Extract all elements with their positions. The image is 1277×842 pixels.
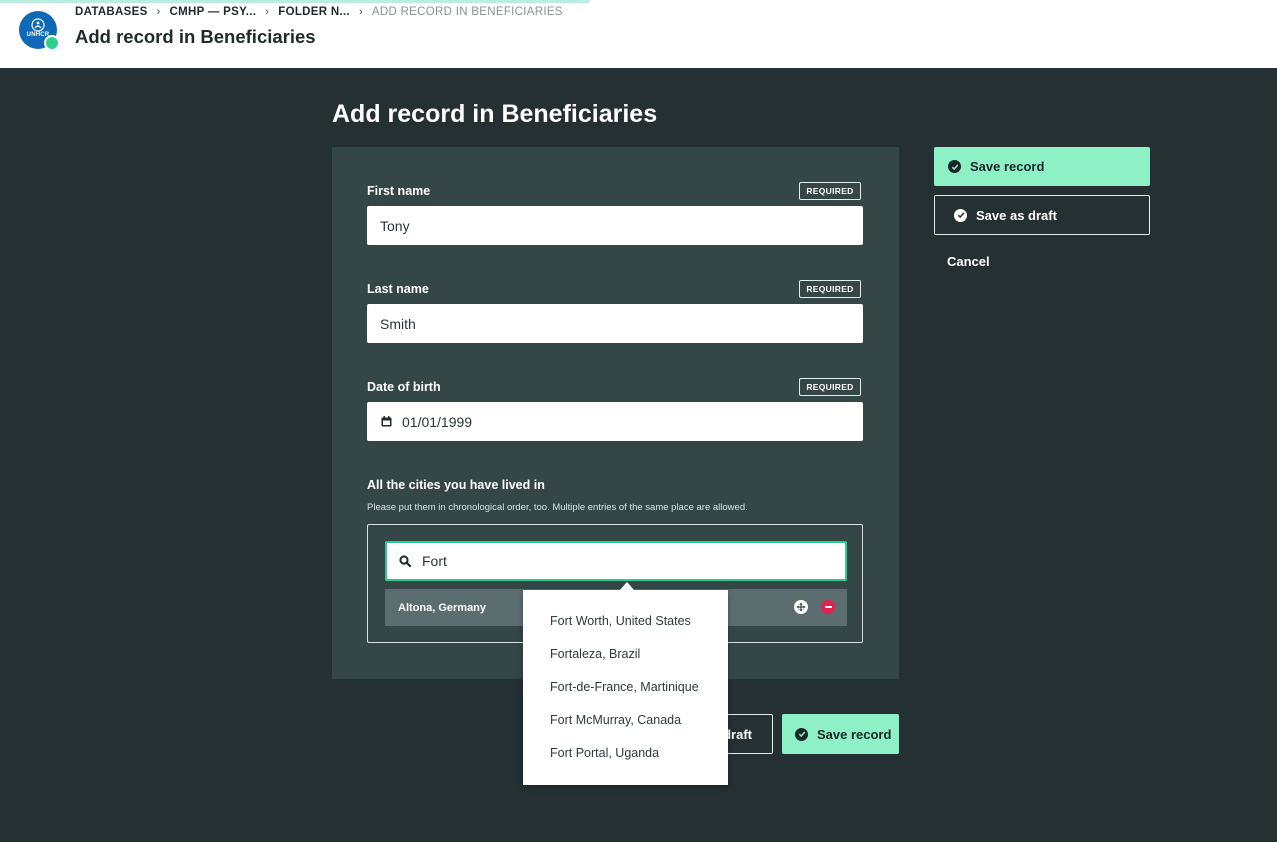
cities-help-text: Please put them in chronological order, …: [367, 502, 748, 513]
check-circle-icon: [948, 160, 961, 173]
last-name-label: Last name: [367, 282, 429, 296]
move-icon[interactable]: [794, 600, 808, 614]
last-name-input[interactable]: [367, 304, 863, 343]
page-title: Add record in Beneficiaries: [75, 26, 316, 47]
online-status-dot: [44, 35, 60, 51]
suggestion-item[interactable]: Fort-de-France, Martinique: [550, 680, 699, 694]
bottom-save-record-label: Save record: [817, 726, 892, 742]
city-suggestions-dropdown: Fort Worth, United States Fortaleza, Bra…: [523, 590, 728, 785]
breadcrumb-item-databases[interactable]: DATABASES: [75, 6, 148, 18]
calendar-icon: [381, 416, 392, 427]
first-name-input[interactable]: [367, 206, 863, 245]
save-as-draft-button[interactable]: Save as draft: [934, 195, 1150, 235]
breadcrumb-chevron-icon: ›: [265, 6, 270, 18]
first-name-label: First name: [367, 184, 431, 198]
check-circle-icon: [795, 727, 808, 741]
drag-arrows-icon: [796, 602, 806, 612]
breadcrumb-chevron-icon: ›: [156, 6, 161, 18]
form-title: Add record in Beneficiaries: [332, 100, 658, 128]
header-accent-bar: [0, 0, 590, 3]
check-circle-icon: [954, 208, 967, 222]
top-header: UNHCR DATABASES › CMHP — PSY... › FOLDER…: [0, 0, 1277, 68]
suggestion-item[interactable]: Fort McMurray, Canada: [550, 713, 681, 727]
suggestion-item[interactable]: Fort Portal, Uganda: [550, 746, 659, 760]
date-of-birth-label: Date of birth: [367, 380, 441, 394]
city-search-field[interactable]: [385, 541, 847, 581]
breadcrumb: DATABASES › CMHP — PSY... › FOLDER N... …: [75, 6, 563, 18]
required-badge: REQUIRED: [799, 378, 861, 396]
breadcrumb-chevron-icon: ›: [358, 6, 363, 18]
required-badge: REQUIRED: [799, 182, 861, 200]
save-as-draft-label: Save as draft: [976, 207, 1057, 223]
suggestion-item[interactable]: Fortaleza, Brazil: [550, 647, 640, 661]
save-record-label: Save record: [970, 159, 1045, 174]
breadcrumb-item-current: ADD RECORD IN BENEFICIARIES: [371, 6, 563, 18]
date-of-birth-field[interactable]: [367, 402, 863, 441]
search-icon: [399, 555, 411, 567]
city-name: Altona, Germany: [398, 601, 487, 614]
required-badge: REQUIRED: [799, 280, 861, 298]
city-search-input[interactable]: [420, 552, 804, 570]
cities-label: All the cities you have lived in: [367, 478, 545, 492]
suggestion-item[interactable]: Fort Worth, United States: [550, 614, 691, 628]
save-record-button[interactable]: Save record: [934, 147, 1150, 186]
breadcrumb-item-database[interactable]: CMHP — PSY...: [170, 6, 257, 18]
breadcrumb-item-folder[interactable]: FOLDER N...: [278, 6, 350, 18]
cancel-link[interactable]: Cancel: [947, 254, 990, 269]
date-of-birth-input[interactable]: [400, 412, 804, 431]
remove-icon[interactable]: [821, 600, 835, 614]
bottom-save-record-button[interactable]: Save record: [782, 714, 899, 754]
logo-emblem-icon: [31, 18, 45, 32]
